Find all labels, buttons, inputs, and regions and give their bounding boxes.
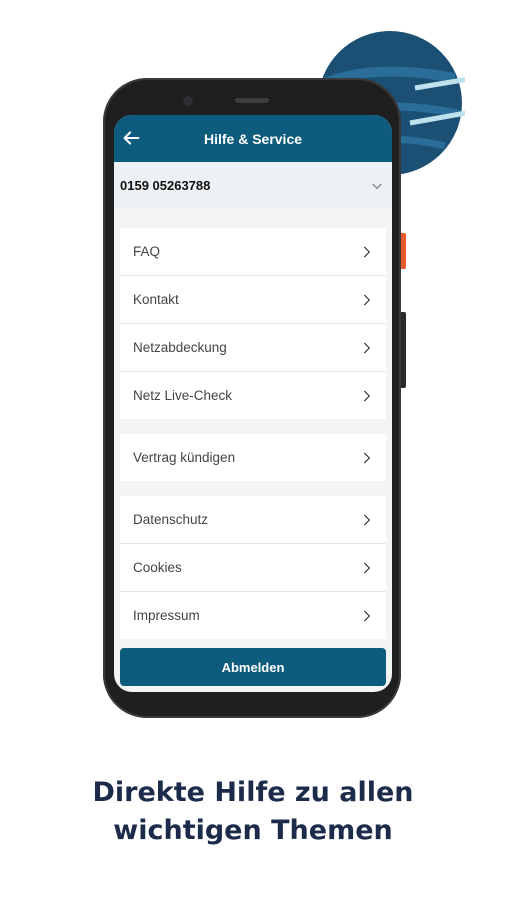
menu-item-datenschutz[interactable]: Datenschutz xyxy=(120,496,386,544)
menu-item-vertrag-kuendigen[interactable]: Vertrag kündigen xyxy=(120,434,386,481)
chevron-right-icon xyxy=(364,294,371,305)
phone-number-value: 0159 05263788 xyxy=(120,178,211,193)
phone-volume-button xyxy=(401,312,406,388)
legal-menu-group: Datenschutz Cookies Impressum xyxy=(120,496,386,639)
contract-menu-group: Vertrag kündigen xyxy=(120,434,386,481)
phone-power-button xyxy=(401,233,406,269)
menu-item-label: Netz Live-Check xyxy=(133,388,233,403)
menu-item-label: Datenschutz xyxy=(133,512,209,527)
arrow-left-icon[interactable] xyxy=(120,127,142,149)
chevron-right-icon xyxy=(364,562,371,573)
menu-item-label: Netzabdeckung xyxy=(133,340,227,355)
chevron-right-icon xyxy=(364,610,371,621)
chevron-right-icon xyxy=(364,514,371,525)
menu-item-label: Cookies xyxy=(133,560,182,575)
phone-speaker xyxy=(235,98,269,103)
menu-item-label: Kontakt xyxy=(133,292,179,307)
chevron-down-icon xyxy=(372,183,382,189)
menu-item-netzabdeckung[interactable]: Netzabdeckung xyxy=(120,324,386,372)
chevron-right-icon xyxy=(364,246,371,257)
promo-caption: Direkte Hilfe zu allen wichtigen Themen xyxy=(0,774,506,850)
caption-line-1: Direkte Hilfe zu allen xyxy=(92,777,414,808)
help-menu-group: FAQ Kontakt Netzabdeckung Netz Live-Chec… xyxy=(120,228,386,419)
chevron-right-icon xyxy=(364,390,371,401)
menu-item-kontakt[interactable]: Kontakt xyxy=(120,276,386,324)
menu-item-cookies[interactable]: Cookies xyxy=(120,544,386,592)
menu-item-label: Impressum xyxy=(133,608,200,623)
menu-item-netz-live-check[interactable]: Netz Live-Check xyxy=(120,372,386,419)
menu-item-faq[interactable]: FAQ xyxy=(120,228,386,276)
page-title: Hilfe & Service xyxy=(203,130,303,147)
app-bar: Hilfe & Service xyxy=(114,115,392,162)
menu-item-label: FAQ xyxy=(133,244,161,259)
chevron-right-icon xyxy=(364,452,371,463)
menu-item-label: Vertrag kündigen xyxy=(133,450,236,465)
chevron-right-icon xyxy=(364,342,371,353)
phone-number-selector[interactable]: 0159 05263788 xyxy=(114,162,392,209)
logout-button[interactable]: Abmelden xyxy=(120,648,386,686)
phone-screen: Hilfe & Service 0159 05263788 FAQ Kontak… xyxy=(114,115,392,692)
caption-line-2: wichtigen Themen xyxy=(113,815,393,846)
phone-camera xyxy=(183,96,193,106)
menu-item-impressum[interactable]: Impressum xyxy=(120,592,386,639)
